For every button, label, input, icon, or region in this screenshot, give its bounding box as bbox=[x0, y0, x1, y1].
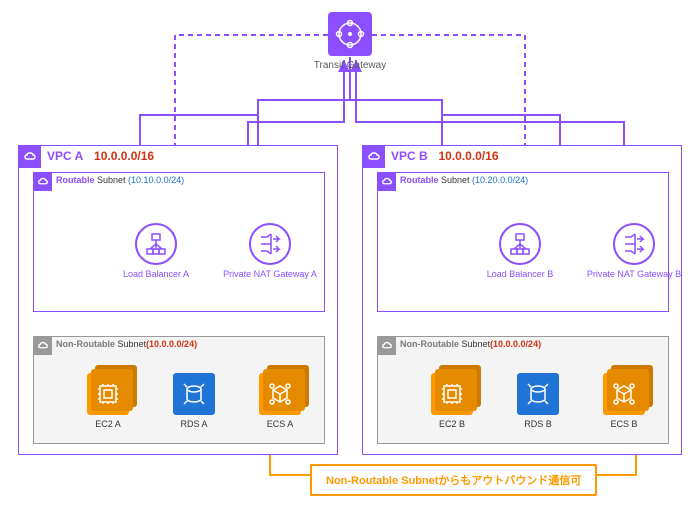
nat-a-label: Private NAT Gateway A bbox=[220, 269, 320, 279]
private-nat-gateway-b: Private NAT Gateway B bbox=[584, 223, 684, 279]
ec2-b-label: EC2 B bbox=[422, 419, 482, 429]
vpc-b-routable-title: Routable Subnet (10.20.0.0/24) bbox=[400, 175, 528, 185]
private-nat-gateway-a: Private NAT Gateway A bbox=[220, 223, 320, 279]
load-balancer-icon bbox=[135, 223, 177, 265]
vpc-a-routable-title: Routable Subnet (10.10.0.0/24) bbox=[56, 175, 184, 185]
vpc-b: VPC B 10.0.0.0/16 Routable Subnet (10.20… bbox=[362, 145, 682, 455]
vpc-a-nonroutable-title: Non-Routable Subnet(10.0.0.0/24) bbox=[56, 339, 197, 349]
cloud-icon bbox=[378, 337, 396, 355]
cloud-icon bbox=[363, 146, 385, 168]
cloud-icon bbox=[19, 146, 41, 168]
load-balancer-icon bbox=[499, 223, 541, 265]
ecs-b-label: ECS B bbox=[594, 419, 654, 429]
ecs-icon bbox=[603, 373, 645, 415]
ec2-b: EC2 B bbox=[422, 373, 482, 429]
vpc-b-nonroutable-title: Non-Routable Subnet(10.0.0.0/24) bbox=[400, 339, 541, 349]
rds-icon bbox=[517, 373, 559, 415]
rds-b-label: RDS B bbox=[508, 419, 568, 429]
cloud-icon bbox=[378, 173, 396, 191]
vpc-b-nonroutable-subnet: Non-Routable Subnet(10.0.0.0/24) EC2 B R… bbox=[377, 336, 669, 444]
load-balancer-b-label: Load Balancer B bbox=[480, 269, 560, 279]
nat-gateway-icon bbox=[249, 223, 291, 265]
transit-gateway-label: Transit Gateway bbox=[300, 60, 400, 71]
ecs-icon bbox=[259, 373, 301, 415]
ecs-b: ECS B bbox=[594, 373, 654, 429]
ec2-icon bbox=[431, 373, 473, 415]
vpc-b-cidr: 10.0.0.0/16 bbox=[438, 149, 498, 163]
load-balancer-a-label: Load Balancer A bbox=[116, 269, 196, 279]
vpc-b-title: VPC B 10.0.0.0/16 bbox=[391, 149, 499, 163]
cloud-icon bbox=[34, 173, 52, 191]
vpc-a-cidr: 10.0.0.0/16 bbox=[94, 149, 154, 163]
vpc-a-name: VPC A bbox=[47, 149, 83, 163]
ec2-a-label: EC2 A bbox=[78, 419, 138, 429]
nat-gateway-icon bbox=[613, 223, 655, 265]
ecs-a: ECS A bbox=[250, 373, 310, 429]
load-balancer-a: Load Balancer A bbox=[116, 223, 196, 279]
transit-gateway-icon bbox=[328, 12, 372, 56]
rds-a-label: RDS A bbox=[164, 419, 224, 429]
vpc-a-title: VPC A 10.0.0.0/16 bbox=[47, 149, 154, 163]
rds-icon bbox=[173, 373, 215, 415]
vpc-a-routable-subnet: Routable Subnet (10.10.0.0/24) Load Bala… bbox=[33, 172, 325, 312]
callout-outbound: Non-Routable Subnetからもアウトバウンド通信可 bbox=[310, 464, 597, 496]
vpc-a-nonroutable-subnet: Non-Routable Subnet(10.0.0.0/24) EC2 A R… bbox=[33, 336, 325, 444]
vpc-a: VPC A 10.0.0.0/16 Routable Subnet (10.10… bbox=[18, 145, 338, 455]
nat-b-label: Private NAT Gateway B bbox=[584, 269, 684, 279]
cloud-icon bbox=[34, 337, 52, 355]
vpc-b-routable-subnet: Routable Subnet (10.20.0.0/24) Load Bala… bbox=[377, 172, 669, 312]
vpc-b-name: VPC B bbox=[391, 149, 428, 163]
rds-b: RDS B bbox=[508, 373, 568, 429]
ecs-a-label: ECS A bbox=[250, 419, 310, 429]
load-balancer-b: Load Balancer B bbox=[480, 223, 560, 279]
ec2-icon bbox=[87, 373, 129, 415]
rds-a: RDS A bbox=[164, 373, 224, 429]
ec2-a: EC2 A bbox=[78, 373, 138, 429]
